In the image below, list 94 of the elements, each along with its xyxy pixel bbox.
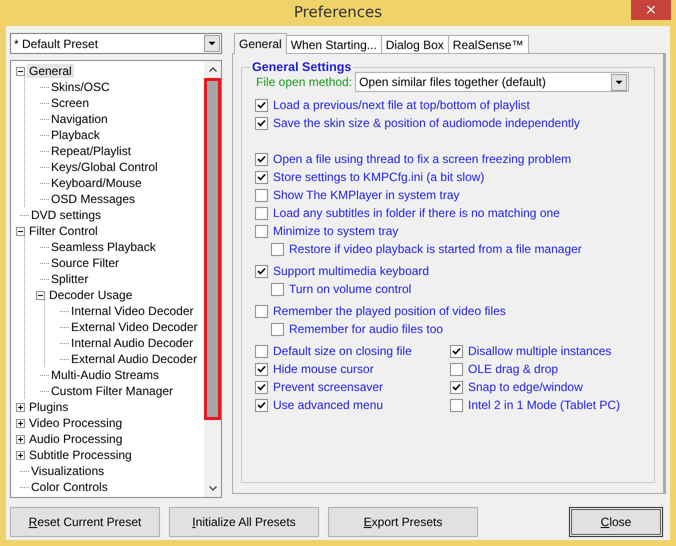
option-label: Use advanced menu — [273, 398, 384, 412]
scrollbar[interactable] — [204, 61, 221, 497]
option-label: Remember for audio files too — [289, 322, 444, 336]
option-label: Turn on volume control — [289, 282, 412, 296]
tree-item[interactable]: Keys/Global Control — [49, 160, 160, 174]
option-label: Store settings to KMPCfg.ini (a bit slow) — [273, 170, 484, 184]
tree-item[interactable]: External Audio Decoder — [69, 352, 200, 366]
close-button[interactable]: × — [631, 0, 671, 20]
checkbox[interactable] — [255, 344, 268, 358]
option-label: Restore if video playback is started from a file manager — [289, 242, 582, 256]
option-label: Minimize to system tray — [273, 224, 398, 238]
tree-item[interactable]: Subtitle Processing — [27, 448, 134, 462]
tab[interactable]: General — [234, 33, 287, 54]
tree-item[interactable]: Audio Processing — [27, 432, 124, 446]
scrollbar-thumb[interactable] — [204, 78, 221, 420]
expand-icon[interactable] — [16, 450, 25, 460]
checkbox[interactable] — [255, 362, 268, 376]
group-title: General Settings — [251, 60, 352, 74]
tree-item[interactable]: Filter Control — [27, 224, 100, 238]
option-label: Intel 2 in 1 Mode (Tablet PC) — [468, 398, 620, 412]
checkbox[interactable] — [255, 206, 268, 220]
option-label: Support multimedia keyboard — [273, 264, 430, 278]
window-title: Preferences — [294, 2, 382, 20]
expand-icon[interactable] — [16, 418, 25, 428]
tree-item[interactable]: Internal Audio Decoder — [69, 336, 196, 350]
expand-icon[interactable] — [16, 434, 25, 444]
scroll-down-icon — [208, 486, 216, 491]
tree-item[interactable]: External Video Decoder — [69, 320, 200, 334]
close-button[interactable]: Close — [569, 507, 663, 537]
field-label: File open method: — [256, 75, 352, 89]
option-label: Load any subtitles in folder if there is no matching one — [273, 206, 560, 220]
tree-item[interactable]: OSD Messages — [49, 192, 138, 206]
option-label: Default size on closing file — [273, 344, 412, 358]
option-label: Snap to edge/window — [468, 380, 583, 394]
checkbox[interactable] — [255, 116, 268, 130]
collapse-icon[interactable] — [16, 226, 25, 236]
option-label: Load a previous/next file at top/bottom of playlist — [273, 98, 530, 112]
checkbox[interactable] — [255, 152, 268, 166]
tree-item[interactable]: Plugins — [27, 400, 70, 414]
dropdown-caret-icon — [611, 74, 628, 90]
checkbox[interactable] — [450, 398, 463, 412]
checkbox[interactable] — [450, 344, 463, 358]
checkbox[interactable] — [255, 264, 268, 278]
checkbox[interactable] — [271, 322, 284, 336]
preset-dropdown[interactable]: * Default Preset — [10, 33, 222, 54]
checkbox[interactable] — [255, 98, 268, 112]
dropdown-caret-icon — [204, 35, 220, 52]
preset-button[interactable]: Export Presets — [328, 507, 478, 537]
tree-item[interactable]: Custom Filter Manager — [49, 384, 176, 398]
tree-item[interactable]: Internal Video Decoder — [69, 304, 196, 318]
checkbox[interactable] — [255, 170, 268, 184]
option-label: Show The KMPlayer in system tray — [273, 188, 460, 202]
checkbox[interactable] — [255, 398, 268, 412]
checkbox[interactable] — [255, 224, 268, 238]
checkbox[interactable] — [255, 380, 268, 394]
tree-item[interactable]: Seamless Playback — [49, 240, 158, 254]
tree-item[interactable]: Decoder Usage — [47, 288, 134, 302]
tree-item[interactable]: Navigation — [49, 112, 110, 126]
preset-button[interactable]: Reset Current Preset — [10, 507, 160, 537]
tree-item[interactable]: Playback — [49, 128, 102, 142]
option-label: Save the skin size & position of audiomode independently — [273, 116, 580, 130]
tree-item[interactable]: Multi-Audio Streams — [49, 368, 162, 382]
option-label: Prevent screensaver — [273, 380, 384, 394]
scroll-up-icon — [208, 67, 216, 72]
tree-item[interactable]: Skins/OSC — [49, 80, 112, 94]
option-label: Open a file using thread to fix a screen freezing problem — [273, 152, 572, 166]
file-open-method-dropdown[interactable]: Open similar files together (default) — [355, 72, 630, 92]
checkbox[interactable] — [450, 362, 463, 376]
tree-item[interactable]: Splitter — [49, 272, 90, 286]
tab[interactable]: RealSense™ — [448, 35, 528, 54]
tree-item[interactable]: Color Controls — [29, 480, 110, 494]
option-label: Remember the played position of video files — [273, 304, 506, 318]
collapse-icon[interactable] — [36, 290, 45, 300]
tab[interactable]: When Starting... — [286, 35, 382, 54]
checkbox[interactable] — [450, 380, 463, 394]
option-label: OLE drag & drop — [468, 362, 558, 376]
tree-item[interactable]: Source Filter — [49, 256, 122, 270]
tree-item[interactable]: Visualizations — [29, 464, 106, 478]
option-label: Hide mouse cursor — [273, 362, 374, 376]
preset-button[interactable]: Initialize All Presets — [169, 507, 319, 537]
tree-item[interactable]: Screen — [49, 96, 92, 110]
tab[interactable]: Dialog Box — [380, 35, 449, 54]
tree-item[interactable]: Keyboard/Mouse — [49, 176, 144, 190]
expand-icon[interactable] — [16, 402, 25, 412]
collapse-icon[interactable] — [16, 66, 25, 76]
tree-item[interactable]: Repeat/Playlist — [49, 144, 134, 158]
checkbox[interactable] — [271, 282, 284, 296]
checkbox[interactable] — [255, 304, 268, 318]
option-label: Disallow multiple instances — [468, 344, 612, 358]
checkbox[interactable] — [255, 188, 268, 202]
checkbox[interactable] — [271, 242, 284, 256]
tree-item[interactable]: Video Processing — [27, 416, 124, 430]
tree-item[interactable]: General — [27, 64, 74, 78]
tree-item[interactable]: DVD settings — [29, 208, 104, 222]
